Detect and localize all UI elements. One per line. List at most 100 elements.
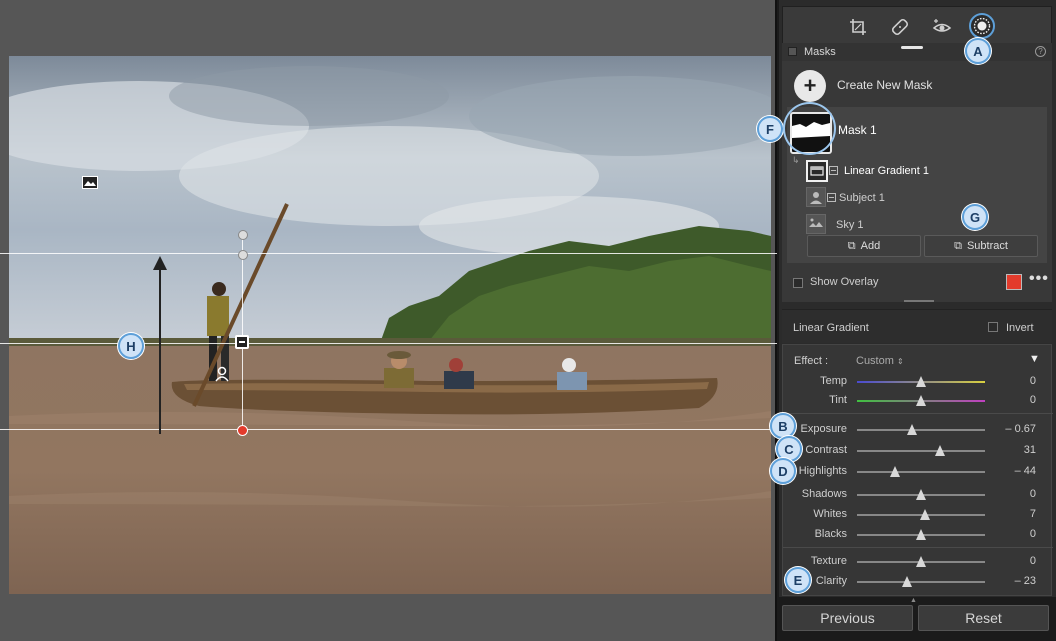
slider-track[interactable] — [857, 395, 985, 406]
tool-strip — [782, 6, 1052, 44]
panel-collapse-toggle[interactable] — [788, 47, 797, 56]
slider-value[interactable]: 0 — [1030, 555, 1036, 567]
callout-a: A — [965, 38, 991, 64]
slider-texture[interactable]: Texture 0 — [783, 551, 1053, 571]
gradient-line-top[interactable] — [0, 253, 777, 254]
healing-icon[interactable] — [889, 16, 911, 38]
photo-preview[interactable] — [9, 56, 771, 594]
previous-button[interactable]: Previous — [782, 605, 913, 631]
masks-panel-drag-handle[interactable] — [901, 46, 923, 49]
slider-label: Whites — [813, 508, 847, 520]
slider-knob[interactable] — [919, 509, 930, 520]
slider-shadows[interactable]: Shadows 0 — [783, 484, 1053, 504]
gradient-line-bottom[interactable] — [0, 429, 777, 430]
slider-exposure[interactable]: Exposure – 0.67 — [783, 419, 1053, 439]
show-overlay-label[interactable]: Show Overlay — [810, 276, 878, 288]
invert-label[interactable]: Invert — [1006, 322, 1034, 334]
slider-label: Exposure — [800, 423, 847, 435]
gradient-rotate-handle[interactable] — [238, 230, 248, 240]
slider-knob[interactable] — [916, 395, 926, 406]
slider-track[interactable] — [857, 489, 985, 500]
slider-value[interactable]: 31 — [1024, 444, 1036, 456]
help-icon[interactable]: ? — [1035, 46, 1046, 57]
slider-knob[interactable] — [901, 576, 912, 587]
overlay-color-swatch[interactable] — [1006, 274, 1022, 290]
create-new-mask-button[interactable]: + — [794, 70, 826, 102]
slider-knob[interactable] — [890, 466, 901, 477]
mask-component-row[interactable]: Subject 1 — [806, 187, 1036, 211]
linear-gradient-icon — [806, 160, 828, 182]
callout-f: F — [757, 116, 783, 142]
callout-b: B — [770, 413, 796, 439]
more-options-icon[interactable]: ••• — [1029, 270, 1049, 288]
slider-highlights[interactable]: Highlights – 44 — [783, 461, 1053, 481]
stepper-icon: ⇕ — [896, 357, 904, 366]
gradient-center-pin[interactable] — [235, 335, 249, 349]
slider-knob[interactable] — [916, 376, 926, 387]
mask-component-label: Subject 1 — [839, 192, 885, 204]
slider-value[interactable]: 0 — [1030, 375, 1036, 387]
add-button[interactable]: ⧉ Add — [807, 235, 921, 257]
slider-track[interactable] — [857, 445, 985, 456]
reset-button[interactable]: Reset — [918, 605, 1049, 631]
slider-value[interactable]: 7 — [1030, 508, 1036, 520]
slider-contrast[interactable]: Contrast 31 — [783, 440, 1053, 460]
component-subtract-icon — [829, 166, 838, 175]
masks-panel-title: Masks — [804, 46, 836, 58]
slider-knob[interactable] — [935, 445, 946, 456]
slider-temp[interactable]: Temp 0 — [783, 371, 1053, 391]
slider-track[interactable] — [857, 466, 985, 477]
subtract-button[interactable]: ⧉ Subtract — [924, 235, 1038, 257]
section-divider — [783, 413, 1053, 414]
gradient-top-handle[interactable] — [238, 250, 248, 260]
crop-icon[interactable] — [847, 16, 869, 38]
linear-gradient-header: Linear Gradient Invert — [782, 309, 1052, 343]
linear-gradient-title: Linear Gradient — [793, 322, 869, 334]
slider-track[interactable] — [857, 509, 985, 520]
callout-e: E — [785, 567, 811, 593]
slider-knob[interactable] — [916, 529, 926, 540]
slider-label: Contrast — [805, 444, 847, 456]
slider-value[interactable]: – 23 — [1015, 575, 1036, 587]
show-overlay-checkbox[interactable] — [793, 278, 803, 288]
slider-value[interactable]: – 0.67 — [1005, 423, 1036, 435]
slider-knob[interactable] — [916, 489, 926, 500]
slider-track[interactable] — [857, 556, 985, 567]
invert-checkbox[interactable] — [988, 322, 998, 332]
gradient-direction-arrow — [159, 262, 161, 434]
masking-icon[interactable] — [969, 13, 995, 39]
subject-pin-icon[interactable] — [214, 366, 230, 382]
add-button-label: Add — [860, 240, 881, 252]
slider-track[interactable] — [857, 376, 985, 387]
red-eye-icon[interactable] — [931, 16, 953, 38]
slider-value[interactable]: – 44 — [1015, 465, 1036, 477]
mask-component-row[interactable]: Linear Gradient 1 — [806, 160, 1036, 184]
sky-pin-icon[interactable] — [82, 176, 98, 189]
gradient-line-center[interactable] — [0, 343, 777, 344]
slider-knob[interactable] — [907, 424, 918, 435]
component-tree-arrow-icon: ↳ — [792, 155, 800, 165]
slider-blacks[interactable]: Blacks 0 — [783, 524, 1053, 544]
gradient-pin-handle[interactable] — [237, 425, 248, 436]
callout-h: H — [118, 333, 144, 359]
slider-value[interactable]: 0 — [1030, 528, 1036, 540]
mask-name[interactable]: Mask 1 — [838, 123, 877, 137]
slider-knob[interactable] — [916, 556, 926, 567]
collapse-triangle-icon[interactable]: ▼ — [1029, 353, 1040, 365]
slider-value[interactable]: 0 — [1030, 394, 1036, 406]
slider-track[interactable] — [857, 576, 985, 587]
mask-component-label: Linear Gradient 1 — [844, 165, 929, 177]
slider-track[interactable] — [857, 529, 985, 540]
callout-g: G — [962, 204, 988, 230]
panel-divider-handle[interactable] — [904, 300, 934, 302]
panel-expand-triangle-icon[interactable]: ▲ — [910, 597, 917, 604]
slider-tint[interactable]: Tint 0 — [783, 390, 1053, 410]
slider-value[interactable]: 0 — [1030, 488, 1036, 500]
slider-track[interactable] — [857, 424, 985, 435]
slider-clarity[interactable]: Clarity – 23 — [783, 571, 1053, 591]
slider-label: Texture — [810, 555, 847, 567]
create-new-mask-label[interactable]: Create New Mask — [837, 78, 932, 92]
effect-preset-dropdown[interactable]: Custom ⇕ — [856, 355, 904, 367]
slider-whites[interactable]: Whites 7 — [783, 504, 1053, 524]
effect-label: Effect : — [794, 355, 829, 367]
